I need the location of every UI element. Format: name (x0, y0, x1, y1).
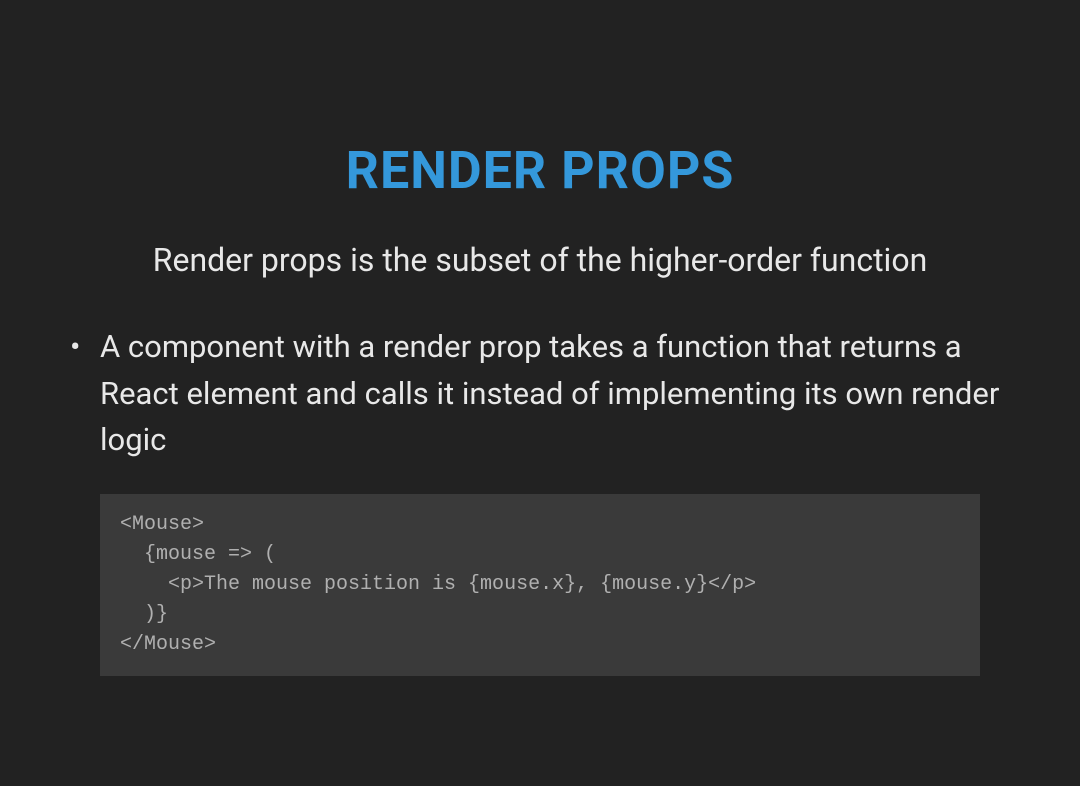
presentation-slide: RENDER PROPS Render props is the subset … (0, 0, 1080, 786)
bullet-list: A component with a render prop takes a f… (0, 324, 1080, 464)
slide-title: RENDER PROPS (0, 140, 1080, 201)
code-block: <Mouse> {mouse => ( <p>The mouse positio… (100, 494, 980, 676)
bullet-item: A component with a render prop takes a f… (60, 324, 1020, 464)
slide-subtitle: Render props is the subset of the higher… (0, 241, 1080, 279)
